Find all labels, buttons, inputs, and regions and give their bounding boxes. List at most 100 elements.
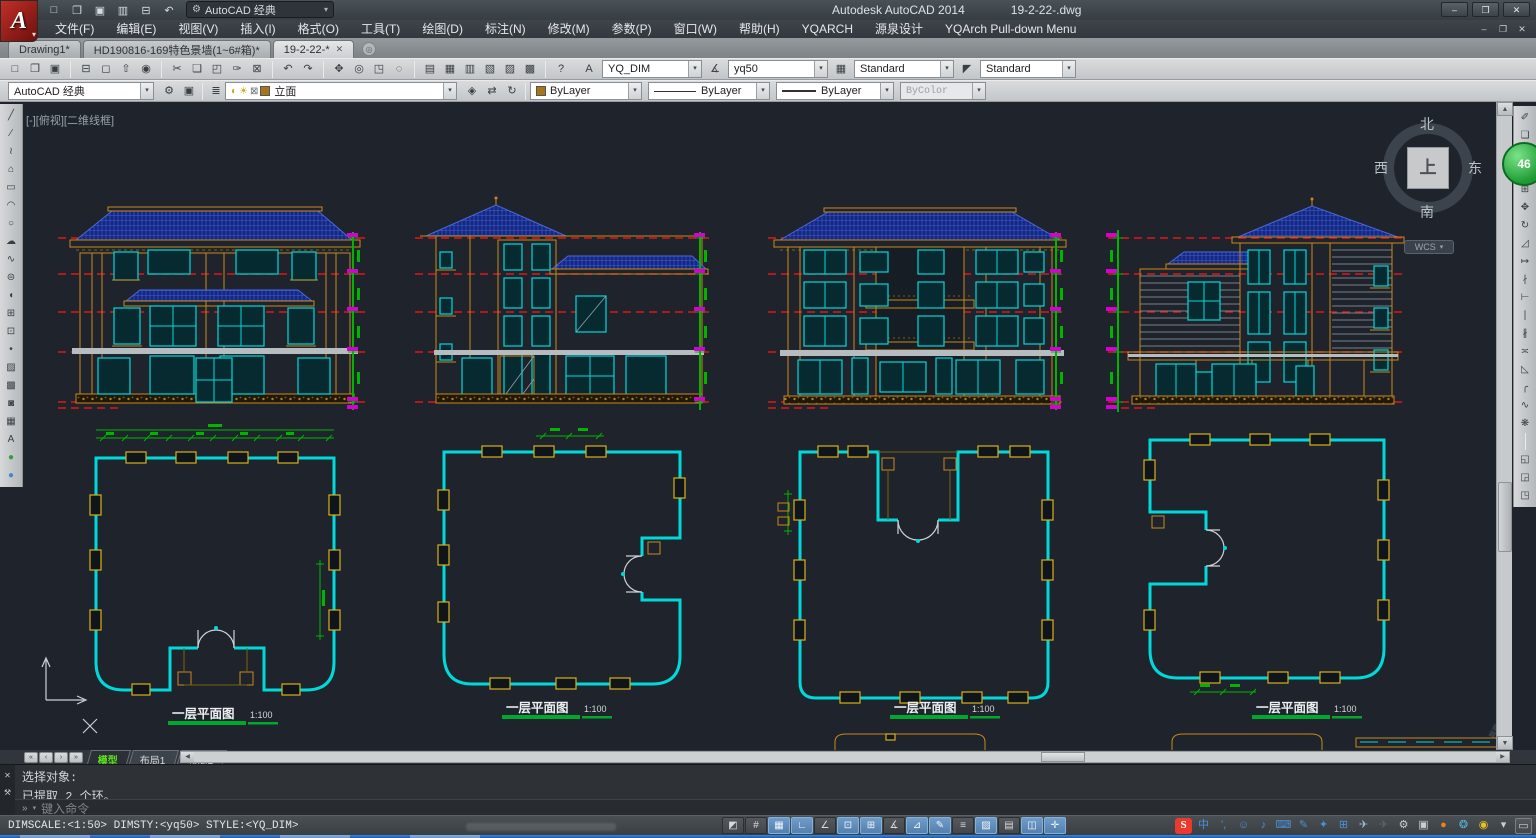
quick-properties-toggle[interactable]: ▤ bbox=[998, 817, 1020, 834]
open-button[interactable]: ❐ bbox=[26, 60, 44, 78]
designcenter-button[interactable]: ▦ bbox=[441, 60, 459, 78]
properties-palette-button[interactable]: ▤ bbox=[421, 60, 439, 78]
layer-freeze-icon[interactable]: ☀ bbox=[239, 86, 248, 97]
infer-constraints-toggle[interactable]: ◩ bbox=[722, 817, 744, 834]
trim-button[interactable]: ∤ bbox=[1517, 271, 1534, 288]
tab-last-button[interactable]: » bbox=[69, 752, 83, 763]
snap-mode-toggle[interactable]: # bbox=[745, 817, 767, 834]
menu-item-12[interactable]: 帮助(H) bbox=[728, 20, 791, 38]
revision-cloud-button[interactable]: ☁ bbox=[3, 233, 20, 250]
autodesk-360-icon[interactable]: ❂ bbox=[1455, 818, 1472, 834]
viewcube-top-face[interactable]: 上 bbox=[1407, 147, 1449, 189]
tool-palettes-button[interactable]: ▥ bbox=[461, 60, 479, 78]
horizontal-scroll-thumb[interactable] bbox=[1041, 752, 1085, 762]
redo-button[interactable]: ↷ bbox=[299, 60, 317, 78]
ellipse-arc-button[interactable]: ◖ bbox=[3, 287, 20, 304]
save-button[interactable]: ▣ bbox=[92, 4, 108, 17]
menu-item-15[interactable]: YQArch Pull-down Menu bbox=[934, 20, 1087, 38]
region-button[interactable]: ◙ bbox=[3, 395, 20, 412]
stretch-button[interactable]: ↦ bbox=[1517, 253, 1534, 270]
publish-button[interactable]: ⇧ bbox=[117, 60, 135, 78]
insert-block-button[interactable]: ⊞ bbox=[3, 305, 20, 322]
clean-screen-icon[interactable]: ▭ bbox=[1515, 818, 1532, 834]
tab-first-button[interactable]: « bbox=[24, 752, 38, 763]
dynamic-input-toggle[interactable]: ✎ bbox=[929, 817, 951, 834]
lineweight-combo[interactable]: ByLayer ▾ bbox=[776, 82, 894, 100]
recent-commands-icon[interactable]: ▾ bbox=[33, 804, 37, 812]
sogou-input-icon[interactable]: S bbox=[1175, 818, 1192, 834]
workspace-settings-button[interactable]: ⚙ bbox=[160, 82, 178, 100]
chamfer-button[interactable]: ◺ bbox=[1517, 361, 1534, 378]
lineweight-display-toggle[interactable]: ≡ bbox=[952, 817, 974, 834]
gradient-button[interactable]: ▩ bbox=[3, 377, 20, 394]
extend-button[interactable]: ⊢ bbox=[1517, 289, 1534, 306]
save-as-button[interactable]: ▥ bbox=[115, 4, 131, 17]
compass-north[interactable]: 北 bbox=[1420, 114, 1434, 134]
rotate-button[interactable]: ↻ bbox=[1517, 217, 1534, 234]
multiline-text-button[interactable]: A bbox=[3, 431, 20, 448]
menu-item-6[interactable]: 工具(T) bbox=[350, 20, 411, 38]
vertical-scroll-thumb[interactable] bbox=[1498, 482, 1512, 552]
pan-button[interactable]: ✥ bbox=[330, 60, 348, 78]
menu-item-13[interactable]: YQARCH bbox=[791, 20, 864, 38]
layout-tab-1[interactable]: 模型 bbox=[87, 750, 131, 764]
menu-item-1[interactable]: 文件(F) bbox=[44, 20, 105, 38]
layer-properties-manager-button[interactable]: ≣ bbox=[207, 82, 225, 100]
join-button[interactable]: ≍ bbox=[1517, 343, 1534, 360]
table-style-combo[interactable]: Standard▾ bbox=[854, 60, 954, 78]
polar-tracking-toggle[interactable]: ∠ bbox=[814, 817, 836, 834]
layer-isolate-button[interactable]: ↻ bbox=[503, 82, 521, 100]
customize-wrench-icon[interactable]: ⚒ bbox=[4, 788, 11, 797]
move-button[interactable]: ✥ bbox=[1517, 199, 1534, 216]
command-input[interactable]: » ▾ 键入命令 bbox=[15, 799, 1536, 816]
close-button[interactable]: ✕ bbox=[1503, 2, 1530, 17]
wcs-dropdown[interactable]: WCS ▾ bbox=[1404, 240, 1454, 254]
mdi-minimize-button[interactable]: – bbox=[1476, 24, 1492, 35]
annotation-balloon-icon[interactable]: ◉ bbox=[1475, 818, 1492, 834]
hatch-button[interactable]: ▨ bbox=[3, 359, 20, 376]
scale-button[interactable]: ◿ bbox=[1517, 235, 1534, 252]
restore-button[interactable]: ❐ bbox=[1472, 2, 1499, 17]
sheet-set-manager-button[interactable]: ▧ bbox=[481, 60, 499, 78]
block-editor-button[interactable]: ⊠ bbox=[248, 60, 266, 78]
draworder-above-button[interactable]: ◳ bbox=[1517, 487, 1534, 504]
zoom-window-button[interactable]: ◳ bbox=[370, 60, 388, 78]
help-button[interactable]: ? bbox=[552, 60, 570, 78]
scroll-down-icon[interactable]: ▼ bbox=[1497, 736, 1513, 750]
compass-west[interactable]: 西 bbox=[1374, 158, 1388, 178]
punctuation-icon[interactable]: ’, bbox=[1215, 818, 1232, 834]
dim-style-combo[interactable]: yq50▾ bbox=[728, 60, 828, 78]
layer-lock-icon[interactable]: ⊠ bbox=[250, 86, 258, 97]
3d-object-snap-toggle[interactable]: ⊞ bbox=[860, 817, 882, 834]
close-icon[interactable]: ✕ bbox=[336, 44, 344, 55]
tab-prev-button[interactable]: ‹ bbox=[39, 752, 53, 763]
ellipse-button[interactable]: ⊜ bbox=[3, 269, 20, 286]
dynamic-ucs-toggle[interactable]: ⊿ bbox=[906, 817, 928, 834]
table-button[interactable]: ▦ bbox=[3, 413, 20, 430]
scroll-up-icon[interactable]: ▲ bbox=[1497, 102, 1513, 116]
qnew-button[interactable]: □ bbox=[6, 60, 24, 78]
chinese-mode-icon[interactable]: 中 bbox=[1195, 818, 1212, 834]
layer-previous-button[interactable]: ◈ bbox=[463, 82, 481, 100]
mleader-style-combo[interactable]: Standard▾ bbox=[980, 60, 1076, 78]
linetype-combo[interactable]: ByLayer ▾ bbox=[648, 82, 770, 100]
tool-blue-dot-button[interactable]: ● bbox=[3, 467, 20, 484]
qnew-button[interactable]: □ bbox=[46, 4, 62, 16]
menu-item-11[interactable]: 窗口(W) bbox=[663, 20, 728, 38]
polyline-button[interactable]: ≀ bbox=[3, 143, 20, 160]
close-icon[interactable]: ✕ bbox=[4, 771, 11, 780]
blend-curves-button[interactable]: ∿ bbox=[1517, 397, 1534, 414]
line-button[interactable]: ╱ bbox=[3, 107, 20, 124]
layer-combo[interactable]: ◐☀⊠ 立面 ▾ bbox=[225, 82, 457, 100]
comm-center-off-icon[interactable]: ✈ bbox=[1375, 818, 1392, 834]
ortho-mode-toggle[interactable]: ∟ bbox=[791, 817, 813, 834]
application-menu-button[interactable]: A ▾ bbox=[0, 0, 38, 42]
soft-keyboard-icon[interactable]: ⌨ bbox=[1275, 818, 1292, 834]
plot-preview-button[interactable]: ◻ bbox=[97, 60, 115, 78]
mdi-restore-button[interactable]: ❐ bbox=[1495, 24, 1511, 35]
save-button[interactable]: ▣ bbox=[46, 60, 64, 78]
new-tab-button[interactable]: ◎ bbox=[362, 42, 376, 56]
workspace-switcher[interactable]: ⚙ AutoCAD 经典 ▾ bbox=[186, 1, 334, 18]
annotation-monitor-toggle[interactable]: ✛ bbox=[1044, 817, 1066, 834]
match-properties-button[interactable]: ✑ bbox=[228, 60, 246, 78]
